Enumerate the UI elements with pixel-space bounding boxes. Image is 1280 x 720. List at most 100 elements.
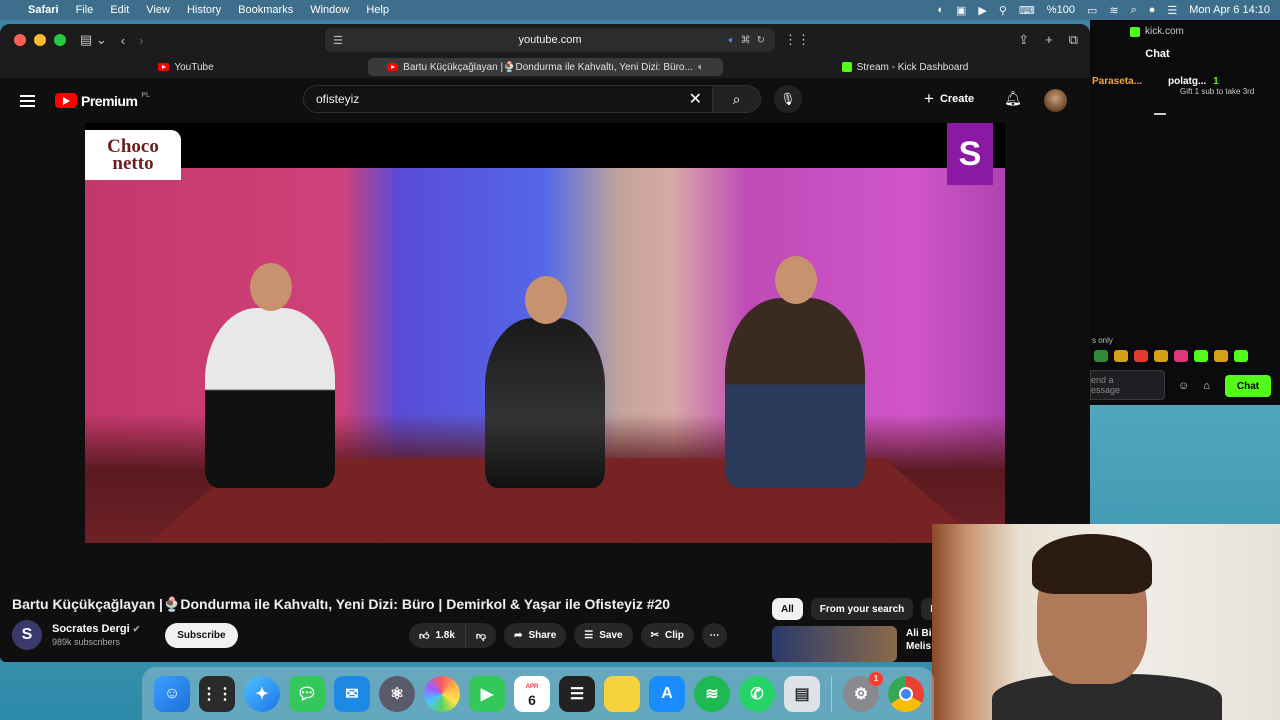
sidebar-toggle-icon[interactable]: ▤ ⌄ [80, 32, 107, 48]
whatsapp-icon[interactable]: ✆ [739, 675, 775, 712]
screen-record-icon[interactable]: ◐ [937, 4, 944, 16]
safari-icon[interactable]: ✦ [244, 675, 280, 712]
tab-youtube[interactable]: YouTube [6, 58, 366, 76]
account-avatar[interactable] [1044, 89, 1067, 112]
share-icon[interactable]: ⇪ [1018, 32, 1029, 48]
youtube-logo[interactable]: Premium PL [55, 92, 150, 109]
photos-icon[interactable] [424, 675, 460, 712]
tab-audio-icon[interactable]: 🔈︎ [698, 62, 704, 73]
emote-icon[interactable] [1114, 350, 1128, 362]
create-button[interactable]: + Create [924, 89, 974, 109]
translate-icon[interactable]: ⌘ [741, 35, 751, 46]
tabs-icon[interactable]: ⧉ [1069, 32, 1078, 48]
menu-help[interactable]: Help [366, 4, 389, 16]
system-settings-icon[interactable]: ⚙ 1 [843, 671, 883, 712]
menu-view[interactable]: View [146, 4, 170, 16]
emote-icon[interactable] [1234, 350, 1248, 362]
emote-icon[interactable] [1134, 350, 1148, 362]
subscribe-button[interactable]: Subscribe [165, 622, 238, 648]
mail-icon[interactable]: ✉ [334, 675, 370, 712]
notifications-bell-icon[interactable]: 🔔︎ [1004, 90, 1022, 107]
forward-icon[interactable]: › [139, 33, 143, 48]
notes-icon[interactable] [604, 675, 640, 712]
audio-icon[interactable]: 🔈︎ [729, 35, 735, 46]
recommendation-thumbnail[interactable] [772, 626, 897, 662]
chip-from-your-search[interactable]: From your search [810, 598, 914, 620]
channel-name[interactable]: Socrates Dergi [52, 623, 130, 635]
clock[interactable]: Mon Apr 6 14:10 [1189, 4, 1270, 16]
chat-username[interactable]: Paraseta... [1092, 76, 1142, 87]
messages-icon[interactable]: 💬︎ [289, 675, 325, 712]
voice-search-button[interactable]: 🎙︎ [774, 85, 802, 113]
minimize-button[interactable] [34, 34, 46, 46]
facetime-icon[interactable]: ▶ [469, 675, 505, 712]
search-button[interactable]: ⌕ [713, 85, 761, 113]
battery-percent[interactable]: %100 [1047, 4, 1075, 16]
emote-icon[interactable] [1194, 350, 1208, 362]
menu-bookmarks[interactable]: Bookmarks [238, 4, 293, 16]
menu-window[interactable]: Window [310, 4, 349, 16]
preview-icon[interactable]: ▤ [784, 675, 820, 712]
menu-history[interactable]: History [187, 4, 221, 16]
xcode-instruments-icon[interactable]: ⚛ [379, 675, 415, 712]
guest-left-head [250, 263, 292, 311]
play-icon[interactable]: ▶ [978, 4, 986, 17]
tab-video[interactable]: Bartu Küçükçağlayan |🍨Dondurma ile Kahva… [368, 58, 723, 76]
clip-label: Clip [664, 630, 684, 641]
menu-app-safari[interactable]: Safari [28, 4, 59, 16]
new-tab-icon[interactable]: + [1045, 32, 1053, 48]
store-icon[interactable]: ⌂ [1203, 380, 1210, 393]
tab-kick[interactable]: Stream - Kick Dashboard [725, 58, 1085, 76]
send-chat-button[interactable]: Chat [1225, 375, 1271, 397]
close-button[interactable] [14, 34, 26, 46]
kick-url: kick.com [1130, 26, 1184, 37]
address-bar[interactable]: ☰ youtube.com 🔈︎ ⌘ ↻ [325, 28, 775, 52]
stage-manager-icon[interactable]: ▣ [956, 4, 966, 17]
chrome-icon[interactable] [888, 675, 924, 712]
menu-file[interactable]: File [76, 4, 94, 16]
control-icon[interactable]: ⚲ [999, 4, 1007, 17]
search-icon[interactable]: ⌕ [1131, 4, 1137, 17]
wifi-icon[interactable]: ≋ [1109, 4, 1118, 17]
finder-icon[interactable]: ☺ [154, 675, 190, 712]
battery-icon[interactable]: ▭ [1087, 4, 1097, 17]
control-center-icon[interactable]: ☰ [1167, 4, 1177, 17]
save-button[interactable]: ☰ Save [574, 623, 633, 648]
chip-all[interactable]: All [772, 598, 803, 620]
video-player[interactable]: Choco netto S [85, 123, 1005, 543]
spotify-icon[interactable]: ≋ [694, 675, 730, 712]
share-button[interactable]: ➦ Share [504, 623, 567, 648]
clear-search-icon[interactable]: ✕ [689, 89, 702, 109]
menu-icon[interactable] [20, 94, 35, 107]
scroll-indicator-icon[interactable] [1154, 113, 1166, 115]
channel-avatar[interactable]: S [12, 620, 42, 650]
gift-count: 1 [1213, 76, 1219, 87]
thumbs-up-icon: 👍︎ [419, 630, 430, 642]
chat-username-text[interactable]: polatg... [1168, 76, 1206, 87]
app-store-icon[interactable]: A [649, 675, 685, 712]
search-input[interactable] [316, 92, 676, 106]
emoji-icon[interactable]: ☺ [1178, 380, 1189, 393]
back-icon[interactable]: ‹ [121, 33, 125, 48]
recommendation-title[interactable]: Ali Bi Melis [906, 627, 932, 653]
emote-icon[interactable] [1154, 350, 1168, 362]
reload-icon[interactable]: ↻ [757, 35, 765, 46]
like-button[interactable]: 👍︎ 1.8k [409, 623, 466, 648]
emote-icon[interactable] [1174, 350, 1188, 362]
window-controls [14, 34, 66, 46]
menu-edit[interactable]: Edit [110, 4, 129, 16]
clip-button[interactable]: ✂ Clip [640, 623, 694, 648]
tab-overview-icon[interactable]: ⋮⋮ [784, 32, 810, 48]
keyboard-icon[interactable]: ⌨ [1019, 4, 1035, 17]
emote-icon[interactable] [1214, 350, 1228, 362]
reader-icon[interactable]: ☰ [333, 34, 343, 47]
siri-icon[interactable]: ● [1149, 4, 1156, 16]
emote-icon[interactable] [1094, 350, 1108, 362]
dislike-button[interactable]: 👎︎ [465, 623, 497, 648]
zoom-button[interactable] [54, 34, 66, 46]
reminders-icon[interactable]: ☰ [559, 675, 595, 712]
more-actions-button[interactable]: ⋯ [701, 623, 727, 648]
calendar-icon[interactable]: APR 6 [514, 675, 550, 712]
chat-message-input[interactable]: end a essage [1090, 370, 1165, 400]
launchpad-icon[interactable]: ⋮⋮ [199, 675, 235, 712]
